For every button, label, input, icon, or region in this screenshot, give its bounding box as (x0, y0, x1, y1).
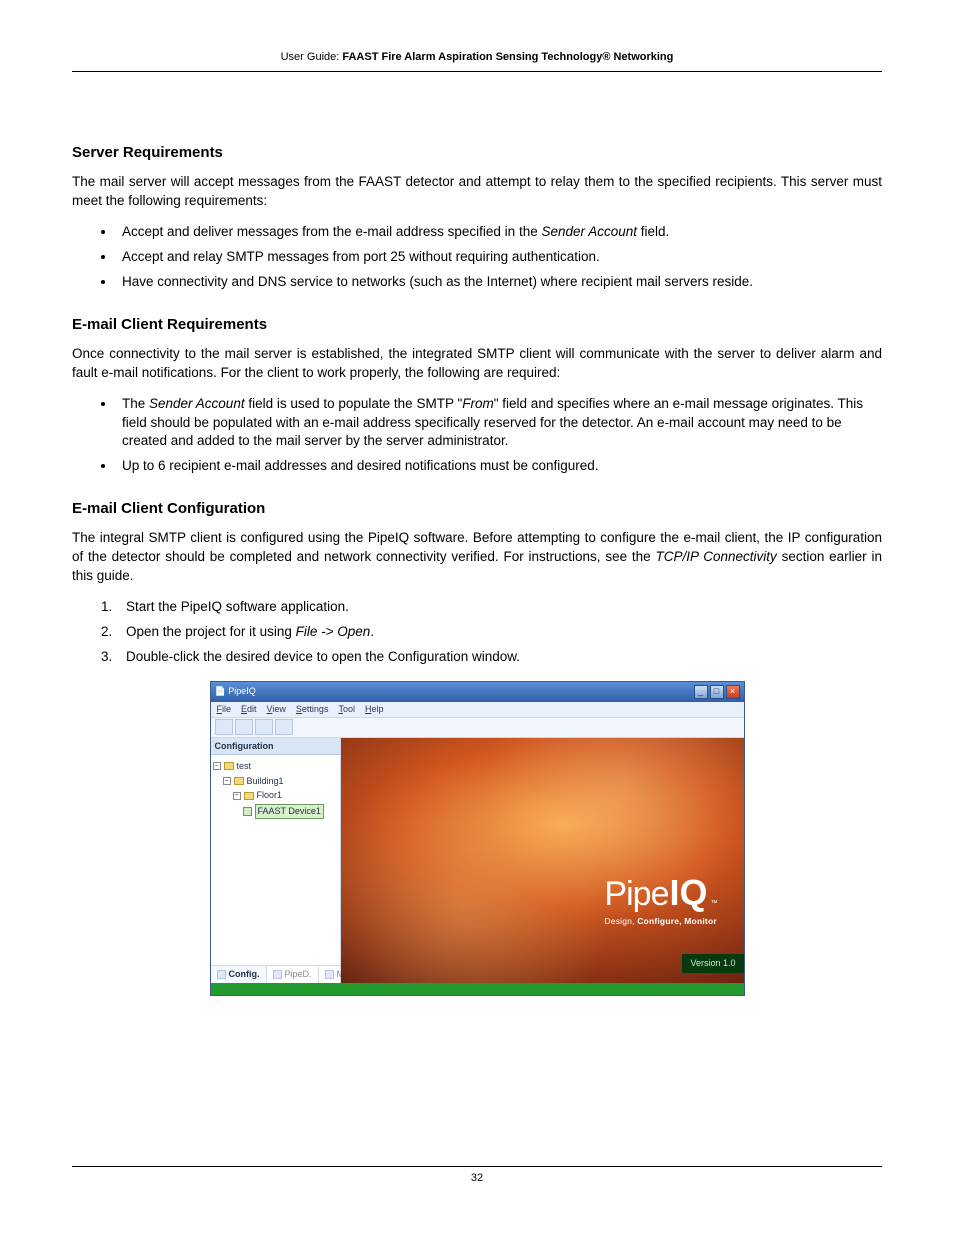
toolbar-icon[interactable] (255, 719, 273, 735)
tab-icon (217, 970, 226, 979)
brand-iq: IQ (669, 868, 707, 918)
minimize-button[interactable]: _ (694, 685, 708, 699)
collapse-icon[interactable]: − (223, 777, 231, 785)
sidebar-tabs: Config. PipeD. Monito. (211, 965, 340, 983)
menu-view[interactable]: View (267, 703, 286, 716)
server-intro: The mail server will accept messages fro… (72, 173, 882, 211)
toolbar (211, 718, 744, 738)
folder-icon (234, 777, 244, 785)
sidebar: Configuration −test −Building1 −Floor1 F… (211, 738, 341, 983)
app-body: Configuration −test −Building1 −Floor1 F… (211, 738, 744, 983)
tree-row-root[interactable]: −test (213, 759, 338, 774)
list-item: Double-click the desired device to open … (116, 648, 882, 667)
toolbar-icon[interactable] (235, 719, 253, 735)
menu-settings[interactable]: Settings (296, 703, 329, 716)
menu-tool[interactable]: Tool (338, 703, 355, 716)
running-header: User Guide: FAAST Fire Alarm Aspiration … (72, 50, 882, 72)
heading-server-requirements: Server Requirements (72, 142, 882, 163)
menu-file[interactable]: File (217, 703, 232, 716)
client-cfg-steps: Start the PipeIQ software application. O… (116, 598, 882, 667)
list-item: Open the project for it using File -> Op… (116, 623, 882, 642)
heading-client-requirements: E-mail Client Requirements (72, 314, 882, 335)
status-bar (211, 983, 744, 995)
menu-bar: File Edit View Settings Tool Help (211, 702, 744, 718)
brand-pipe: Pipe (604, 871, 668, 919)
list-item: Start the PipeIQ software application. (116, 598, 882, 617)
header-title: FAAST Fire Alarm Aspiration Sensing Tech… (342, 51, 673, 63)
page-number: 32 (471, 1172, 483, 1184)
client-req-intro: Once connectivity to the mail server is … (72, 345, 882, 383)
tab-piped[interactable]: PipeD. (267, 966, 319, 983)
folder-icon (224, 762, 234, 770)
splash-art (341, 738, 744, 983)
close-button[interactable]: × (726, 685, 740, 699)
tree-row-building[interactable]: −Building1 (213, 774, 338, 789)
tab-icon (325, 970, 334, 979)
trademark-icon: ™ (711, 899, 718, 909)
list-item: The Sender Account field is used to popu… (116, 395, 882, 452)
main-splash: PipeIQ ™ Design, Configure, Monitor Versi… (341, 738, 744, 983)
toolbar-icon[interactable] (215, 719, 233, 735)
client-req-bullet-list: The Sender Account field is used to popu… (116, 395, 882, 477)
page-footer: 32 (72, 1166, 882, 1186)
window-title: 📄 PipeIQ (215, 685, 256, 698)
tab-config[interactable]: Config. (211, 966, 267, 983)
pipeiq-window: 📄 PipeIQ _ □ × File Edit View Settings T… (210, 681, 745, 996)
maximize-button[interactable]: □ (710, 685, 724, 699)
sidebar-header: Configuration (211, 738, 340, 756)
tree-row-floor[interactable]: −Floor1 (213, 788, 338, 803)
project-tree: −test −Building1 −Floor1 FAAST Device1 (211, 755, 340, 965)
list-item: Up to 6 recipient e-mail addresses and d… (116, 457, 882, 476)
toolbar-icon[interactable] (275, 719, 293, 735)
list-item: Have connectivity and DNS service to net… (116, 273, 882, 292)
menu-edit[interactable]: Edit (241, 703, 257, 716)
brand-tagline: Design, Configure, Monitor (604, 916, 717, 928)
device-icon (243, 807, 252, 816)
collapse-icon[interactable]: − (233, 792, 241, 800)
client-cfg-intro: The integral SMTP client is configured u… (72, 529, 882, 586)
folder-icon (244, 792, 254, 800)
server-bullet-list: Accept and deliver messages from the e-m… (116, 223, 882, 292)
tree-row-device[interactable]: FAAST Device1 (213, 803, 338, 820)
brand-logo: PipeIQ ™ Design, Configure, Monitor (604, 868, 717, 928)
list-item: Accept and deliver messages from the e-m… (116, 223, 882, 242)
version-badge: Version 1.0 (682, 954, 743, 973)
header-prefix: User Guide: (281, 51, 343, 63)
list-item: Accept and relay SMTP messages from port… (116, 248, 882, 267)
heading-client-configuration: E-mail Client Configuration (72, 498, 882, 519)
window-titlebar[interactable]: 📄 PipeIQ _ □ × (211, 682, 744, 702)
collapse-icon[interactable]: − (213, 762, 221, 770)
tab-icon (273, 970, 282, 979)
window-controls: _ □ × (694, 685, 740, 699)
menu-help[interactable]: Help (365, 703, 384, 716)
